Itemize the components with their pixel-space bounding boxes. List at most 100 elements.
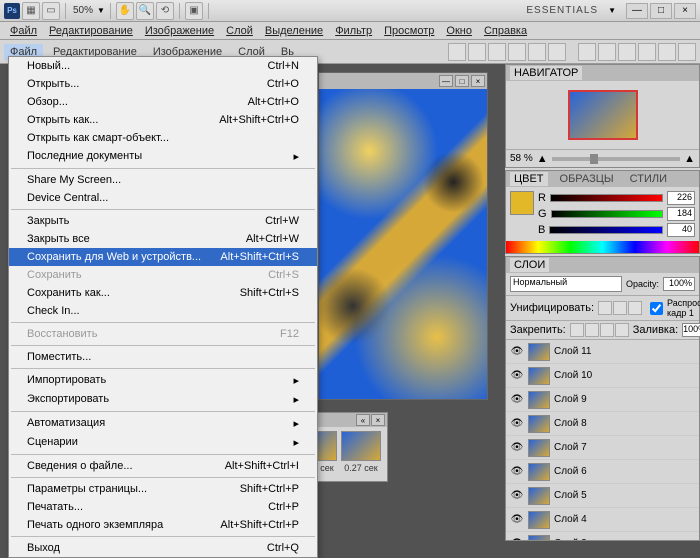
menu-filter[interactable]: Фильтр — [329, 23, 378, 39]
menu-edit[interactable]: Редактирование — [43, 23, 139, 39]
triangle-left-icon[interactable]: ▲ — [537, 153, 548, 165]
menu-window[interactable]: Окно — [440, 23, 478, 39]
layer-row[interactable]: 👁Слой 10 — [506, 364, 699, 388]
tab-swatches[interactable]: ОБРАЗЦЫ — [556, 172, 618, 186]
menu-item[interactable]: Новый...Ctrl+N — [9, 57, 317, 75]
menu-item[interactable]: Сценарии▸ — [9, 433, 317, 452]
visibility-icon[interactable]: 👁 — [510, 345, 524, 359]
b-value[interactable]: 40 — [667, 223, 695, 237]
menu-item[interactable]: Обзор...Alt+Ctrl+O — [9, 93, 317, 111]
visibility-icon[interactable]: 👁 — [510, 513, 524, 527]
menu-item[interactable]: Device Central... — [9, 189, 317, 207]
menu-item[interactable]: Автоматизация▸ — [9, 414, 317, 433]
opacity-value[interactable]: 100% — [663, 277, 695, 291]
menu-item[interactable]: ВыходCtrl+Q — [9, 539, 317, 557]
unify-visibility-icon[interactable] — [613, 301, 627, 315]
close-button[interactable]: × — [371, 414, 385, 426]
arrange-icon[interactable] — [678, 43, 696, 61]
arrange-icon[interactable] — [598, 43, 616, 61]
visibility-icon[interactable]: 👁 — [510, 393, 524, 407]
menu-item[interactable]: Параметры страницы...Shift+Ctrl+P — [9, 480, 317, 498]
arrange-icon[interactable] — [618, 43, 636, 61]
menu-item[interactable]: Check In... — [9, 302, 317, 320]
arrange-icon[interactable] — [638, 43, 656, 61]
layer-row[interactable]: 👁Слой 4 — [506, 508, 699, 532]
lock-pixels-icon[interactable] — [585, 323, 599, 337]
arrange-icon[interactable] — [548, 43, 566, 61]
menu-item[interactable]: Экспортировать▸ — [9, 390, 317, 409]
visibility-icon[interactable]: 👁 — [510, 537, 524, 541]
lock-position-icon[interactable] — [600, 323, 614, 337]
r-slider[interactable] — [550, 194, 663, 202]
arrange-icon[interactable] — [508, 43, 526, 61]
menu-view[interactable]: Просмотр — [378, 23, 440, 39]
zoom-slider[interactable] — [552, 157, 680, 161]
menu-item[interactable]: Открыть...Ctrl+O — [9, 75, 317, 93]
menu-image[interactable]: Изображение — [139, 23, 220, 39]
minimize-button[interactable]: — — [439, 75, 453, 87]
hand-icon[interactable]: ✋ — [116, 2, 134, 20]
tab-layers[interactable]: СЛОИ — [510, 258, 549, 272]
navigator-thumbnail[interactable] — [568, 90, 638, 140]
tab-color[interactable]: ЦВЕТ — [510, 172, 548, 186]
layer-row[interactable]: 👁Слой 6 — [506, 460, 699, 484]
menu-item[interactable]: Последние документы▸ — [9, 147, 317, 166]
close-button[interactable]: × — [471, 75, 485, 87]
workspace-switcher[interactable]: ESSENTIALS — [518, 3, 606, 18]
menu-item[interactable]: Сохранить для Web и устройств...Alt+Shif… — [9, 248, 317, 266]
layer-row[interactable]: 👁Слой 9 — [506, 388, 699, 412]
menu-item[interactable]: Открыть как...Alt+Shift+Ctrl+O — [9, 111, 317, 129]
layer-row[interactable]: 👁Слой 7 — [506, 436, 699, 460]
close-button[interactable]: × — [674, 3, 696, 19]
foreground-color[interactable] — [510, 191, 534, 215]
visibility-icon[interactable]: 👁 — [510, 441, 524, 455]
menu-item[interactable]: Импортировать▸ — [9, 371, 317, 390]
fill-value[interactable]: 100% — [682, 323, 700, 337]
layer-row[interactable]: 👁Слой 5 — [506, 484, 699, 508]
maximize-button[interactable]: □ — [650, 3, 672, 19]
menu-item[interactable]: Закрыть всеAlt+Ctrl+W — [9, 230, 317, 248]
menu-help[interactable]: Справка — [478, 23, 533, 39]
g-value[interactable]: 184 — [667, 207, 695, 221]
arrange-icon[interactable] — [528, 43, 546, 61]
tab-styles[interactable]: СТИЛИ — [626, 172, 671, 186]
document-canvas[interactable] — [319, 89, 487, 399]
menu-file[interactable]: Файл — [4, 23, 43, 39]
arrange-icon[interactable] — [578, 43, 596, 61]
arrange-icon[interactable] — [488, 43, 506, 61]
chevron-down-icon[interactable]: ▼ — [97, 6, 105, 15]
navigator-zoom[interactable]: 58 % — [510, 153, 533, 164]
chevron-down-icon[interactable]: ▼ — [608, 6, 616, 15]
menu-item[interactable]: Поместить... — [9, 348, 317, 366]
layout-icon[interactable]: ▭ — [42, 2, 60, 20]
tab-navigator[interactable]: НАВИГАТОР — [510, 66, 582, 80]
layer-row[interactable]: 👁Слой 3 — [506, 532, 699, 540]
triangle-right-icon[interactable]: ▲ — [684, 153, 695, 165]
menu-item[interactable]: Открыть как смарт-объект... — [9, 129, 317, 147]
unify-style-icon[interactable] — [628, 301, 642, 315]
menu-item[interactable]: Сведения о файле...Alt+Shift+Ctrl+I — [9, 457, 317, 475]
menu-select[interactable]: Выделение — [259, 23, 329, 39]
bridge-icon[interactable]: ▦ — [22, 2, 40, 20]
menu-item[interactable]: Печать одного экземпляраAlt+Shift+Ctrl+P — [9, 516, 317, 534]
r-value[interactable]: 226 — [667, 191, 695, 205]
g-slider[interactable] — [551, 210, 663, 218]
maximize-button[interactable]: □ — [455, 75, 469, 87]
color-ramp[interactable] — [506, 241, 699, 253]
lock-all-icon[interactable] — [615, 323, 629, 337]
menu-item[interactable]: Share My Screen... — [9, 171, 317, 189]
layer-row[interactable]: 👁Слой 8 — [506, 412, 699, 436]
screen-mode-icon[interactable]: ▣ — [185, 2, 203, 20]
visibility-icon[interactable]: 👁 — [510, 369, 524, 383]
menu-item[interactable]: Сохранить как...Shift+Ctrl+S — [9, 284, 317, 302]
zoom-icon[interactable]: 🔍 — [136, 2, 154, 20]
arrange-icon[interactable] — [658, 43, 676, 61]
visibility-icon[interactable]: 👁 — [510, 489, 524, 503]
animation-frame[interactable]: 0.27 сек — [341, 431, 381, 473]
b-slider[interactable] — [549, 226, 663, 234]
visibility-icon[interactable]: 👁 — [510, 417, 524, 431]
unify-position-icon[interactable] — [598, 301, 612, 315]
rotate-icon[interactable]: ⟲ — [156, 2, 174, 20]
arrange-icon[interactable] — [448, 43, 466, 61]
menu-item[interactable]: ЗакрытьCtrl+W — [9, 212, 317, 230]
